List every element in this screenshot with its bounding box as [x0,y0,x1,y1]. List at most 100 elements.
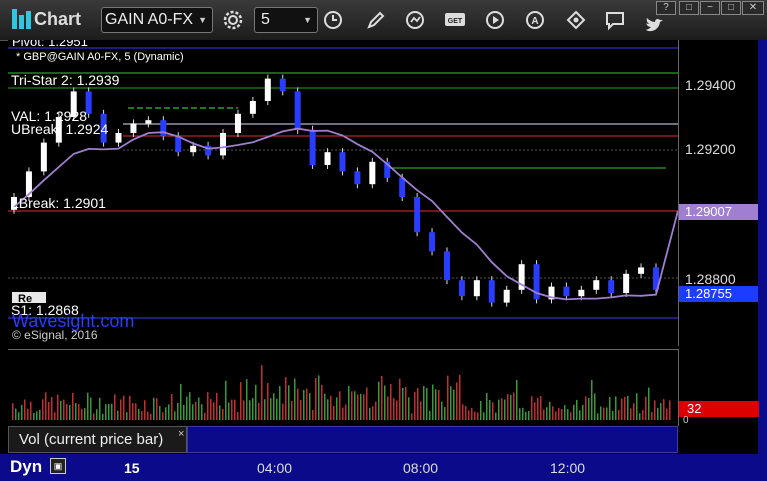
volume-bar [345,404,347,420]
volume-bar [444,407,446,420]
volume-bar [279,386,281,420]
volume-bar [135,403,137,420]
level-label: LBreak: 1.2901 [11,195,106,211]
chevron-down-icon[interactable]: ▼ [303,8,312,32]
volume-bar [633,403,635,420]
volume-bar [558,408,560,420]
volume-bar [51,396,53,420]
volume-study-label[interactable]: Vol (current price bar) [8,426,187,453]
volume-bar [414,391,416,420]
volume-bar [477,412,479,420]
symbol-input[interactable]: GAIN A0-FX ▼ [101,7,213,33]
play-icon[interactable] [484,9,506,31]
maximize-button[interactable]: □ [721,1,741,15]
esignal-logo-icon [12,9,31,29]
volume-bar [195,401,197,420]
volume-bar [615,396,617,420]
candle-body [220,133,227,156]
volume-bar [282,403,284,420]
comment-icon[interactable] [604,9,626,31]
chevron-down-icon[interactable]: ▼ [198,8,207,32]
price-chart[interactable]: Pivot: 1.2951 * GBP@GAIN A0-FX, 5 (Dynami… [8,40,678,346]
volume-bar [144,400,146,420]
time-label: 15 [124,460,140,476]
volume-bar [429,410,431,420]
volume-bar [33,412,35,420]
volume-bar [351,391,353,420]
chart-subtitle: * GBP@GAIN A0-FX, 5 (Dynamic) [16,51,184,63]
auto-icon[interactable]: A [524,9,546,31]
candle-body [339,152,346,172]
study-panel [187,426,678,453]
volume-bar [267,382,269,420]
volume-bar [180,383,182,420]
volume-bar [57,394,59,420]
lock-icon[interactable]: ▣ [50,458,66,474]
volume-bar [303,389,305,420]
volume-bar [564,405,566,420]
volume-bar [15,408,17,420]
volume-bar [588,397,590,420]
minimize-button[interactable]: − [700,1,720,15]
price-tick-label: 1.29400 [685,77,736,93]
diamond-icon[interactable] [565,9,587,31]
volume-bar [522,407,524,420]
volume-bar [87,392,89,420]
volume-bar [528,411,530,420]
help-button[interactable]: ? [656,1,676,15]
candle-body [249,101,256,114]
settings-icon[interactable] [222,9,244,31]
re-button-label: Re [18,293,32,305]
volume-bar [645,396,647,420]
close-icon[interactable]: × [178,428,184,440]
volume-bar [207,392,209,420]
volume-bar [417,388,419,420]
twitter-icon[interactable] [643,15,665,37]
volume-bar [363,394,365,420]
volume-bar [465,406,467,420]
volume-bar [519,408,521,420]
volume-bar [600,406,602,420]
volume-bar [468,410,470,420]
volume-bar [342,407,344,420]
volume-bar [45,392,47,420]
volume-bar [234,399,236,420]
svg-text:GET: GET [448,18,463,25]
volume-bar [579,410,581,420]
volume-bar [141,410,143,420]
volume-bar [639,413,641,420]
volume-bar [360,393,362,420]
volume-bar [534,402,536,420]
volume-bar [543,409,545,420]
volume-bar [63,399,65,420]
candle-body [563,286,570,297]
volume-bar [246,379,248,420]
interval-input[interactable]: 5 ▼ [254,7,318,33]
volume-bar [480,401,482,420]
candle-body [399,177,406,197]
close-button[interactable]: ✕ [742,1,764,15]
pencil-icon[interactable] [365,9,387,31]
candle-body [324,152,331,165]
volume-bar [291,400,293,420]
volume-bar [456,382,458,420]
price-chart-svg: Pivot: 1.2951 * GBP@GAIN A0-FX, 5 (Dynami… [8,40,678,342]
volume-bar [375,401,377,420]
volume-axis: 32 0 [678,349,759,426]
volume-pane[interactable] [8,349,678,427]
volume-bar [42,399,44,420]
volume-bar [219,405,221,420]
dynamic-mode-label[interactable]: Dyn [10,457,42,477]
volume-bar [138,408,140,420]
time-label: 08:00 [403,460,439,476]
clock-icon[interactable] [322,9,344,31]
candle-body [279,78,286,92]
volume-bar [591,379,593,420]
restore-button[interactable]: □ [679,1,699,15]
volume-bar [252,398,254,420]
volume-bar [36,411,38,420]
get-icon[interactable]: GET [444,9,466,31]
refresh-icon[interactable] [404,9,426,31]
volume-bar [405,386,407,420]
volume-bar [597,413,599,420]
